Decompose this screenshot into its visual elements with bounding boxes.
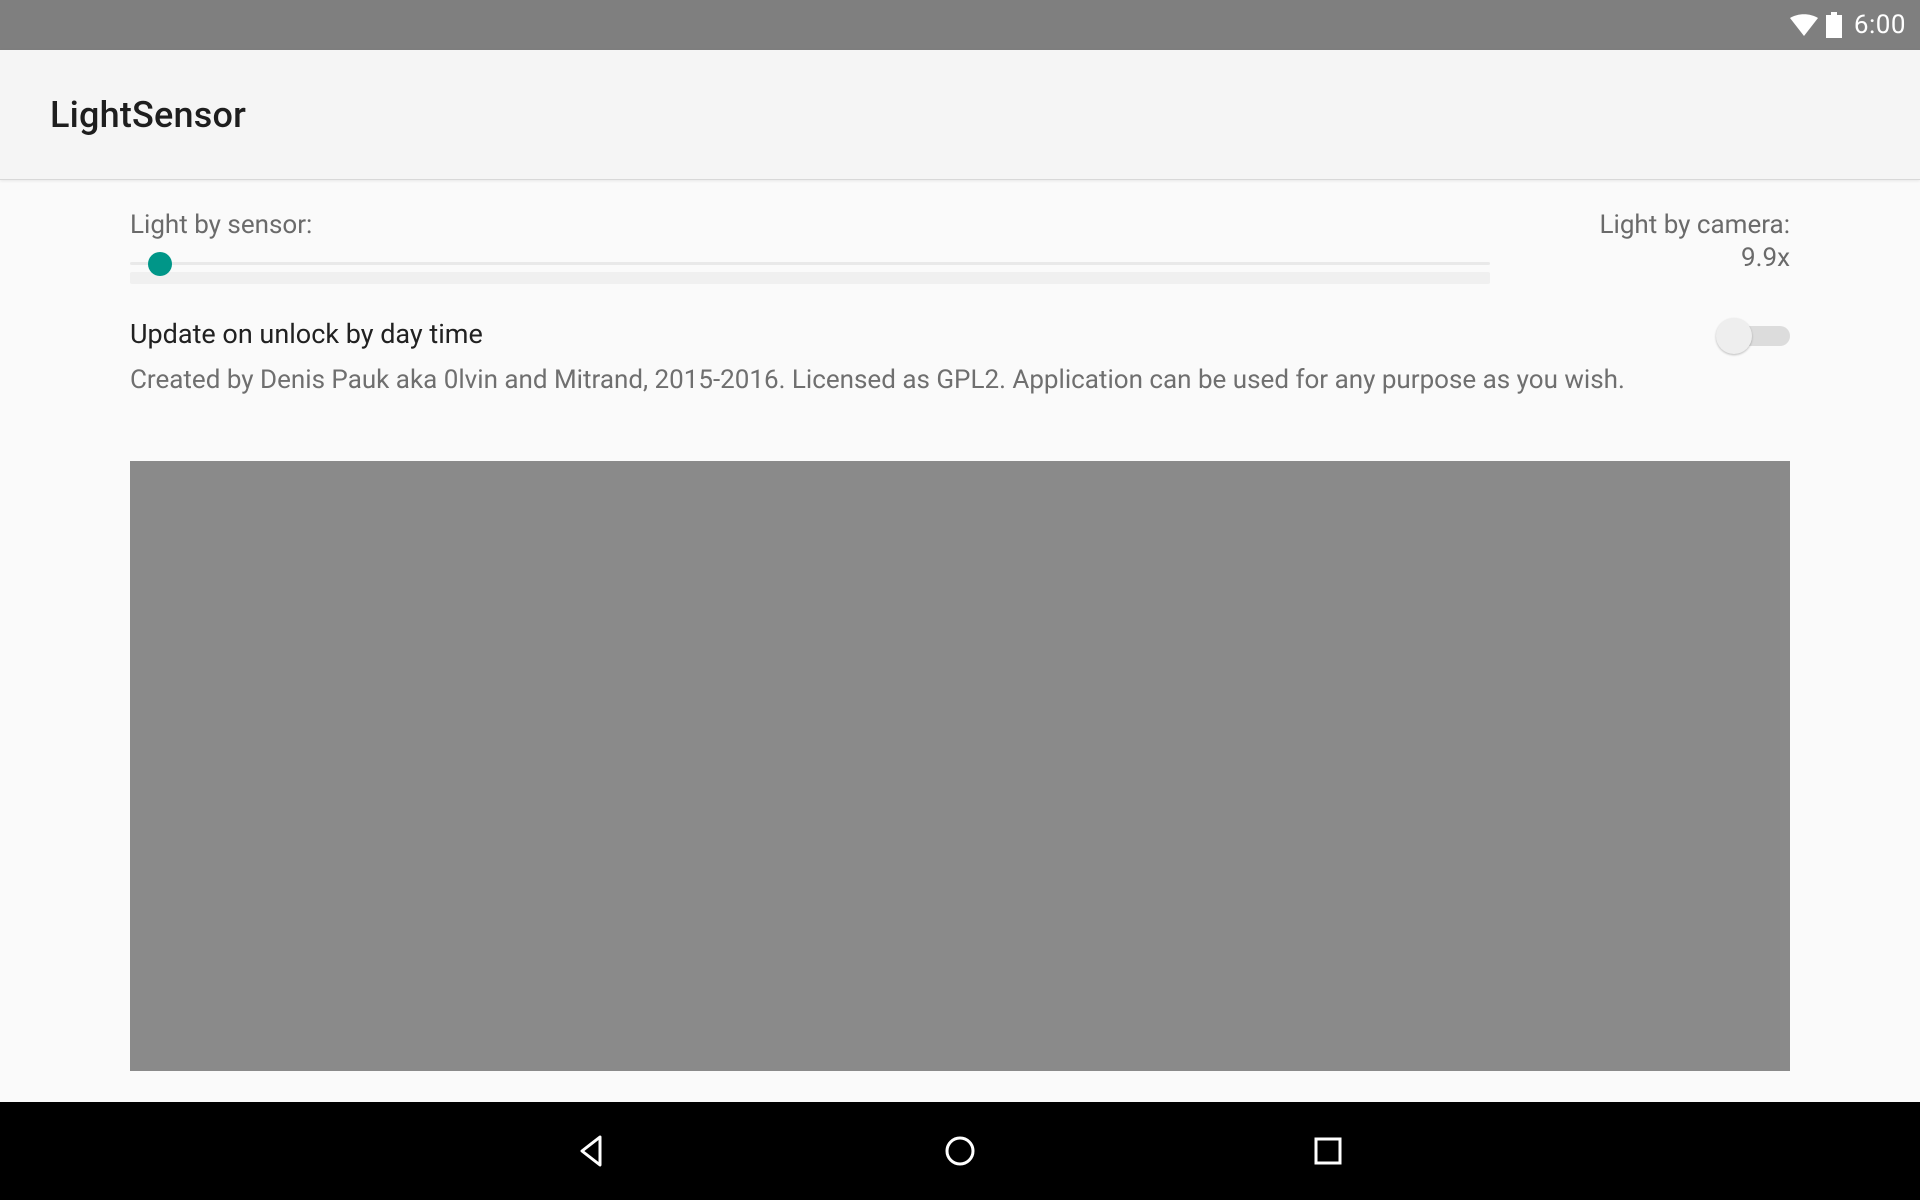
navigation-bar <box>0 1102 1920 1200</box>
light-camera-label: Light by camera: <box>1530 210 1790 241</box>
light-camera-value: 9.9x <box>1530 243 1790 274</box>
light-sensor-slider[interactable] <box>130 244 1490 280</box>
light-readings-row: Light by sensor: Light by camera: 9.9x <box>130 180 1790 280</box>
home-button[interactable] <box>936 1127 984 1175</box>
status-bar: 6:00 <box>0 0 1920 50</box>
app-bar: LightSensor <box>0 50 1920 180</box>
update-unlock-setting[interactable]: Update on unlock by day time Created by … <box>130 316 1790 401</box>
app-title: LightSensor <box>50 94 246 136</box>
slider-track-secondary <box>130 272 1490 284</box>
setting-text: Update on unlock by day time Created by … <box>130 316 1688 401</box>
back-button[interactable] <box>568 1127 616 1175</box>
light-sensor-label: Light by sensor: <box>130 210 1490 240</box>
setting-title: Update on unlock by day time <box>130 316 1688 352</box>
switch-knob <box>1716 318 1752 354</box>
status-time: 6:00 <box>1854 10 1906 40</box>
preview-panel <box>130 461 1790 1071</box>
wifi-icon <box>1790 14 1818 36</box>
light-camera-section: Light by camera: 9.9x <box>1530 210 1790 274</box>
setting-description: Created by Denis Pauk aka 0lvin and Mitr… <box>130 360 1688 400</box>
update-unlock-switch[interactable] <box>1718 318 1790 354</box>
recents-button[interactable] <box>1304 1127 1352 1175</box>
slider-track <box>130 262 1490 265</box>
battery-icon <box>1826 12 1842 38</box>
content-area: Light by sensor: Light by camera: 9.9x U… <box>0 180 1920 1071</box>
slider-thumb[interactable] <box>148 252 172 276</box>
light-sensor-section: Light by sensor: <box>130 210 1490 280</box>
